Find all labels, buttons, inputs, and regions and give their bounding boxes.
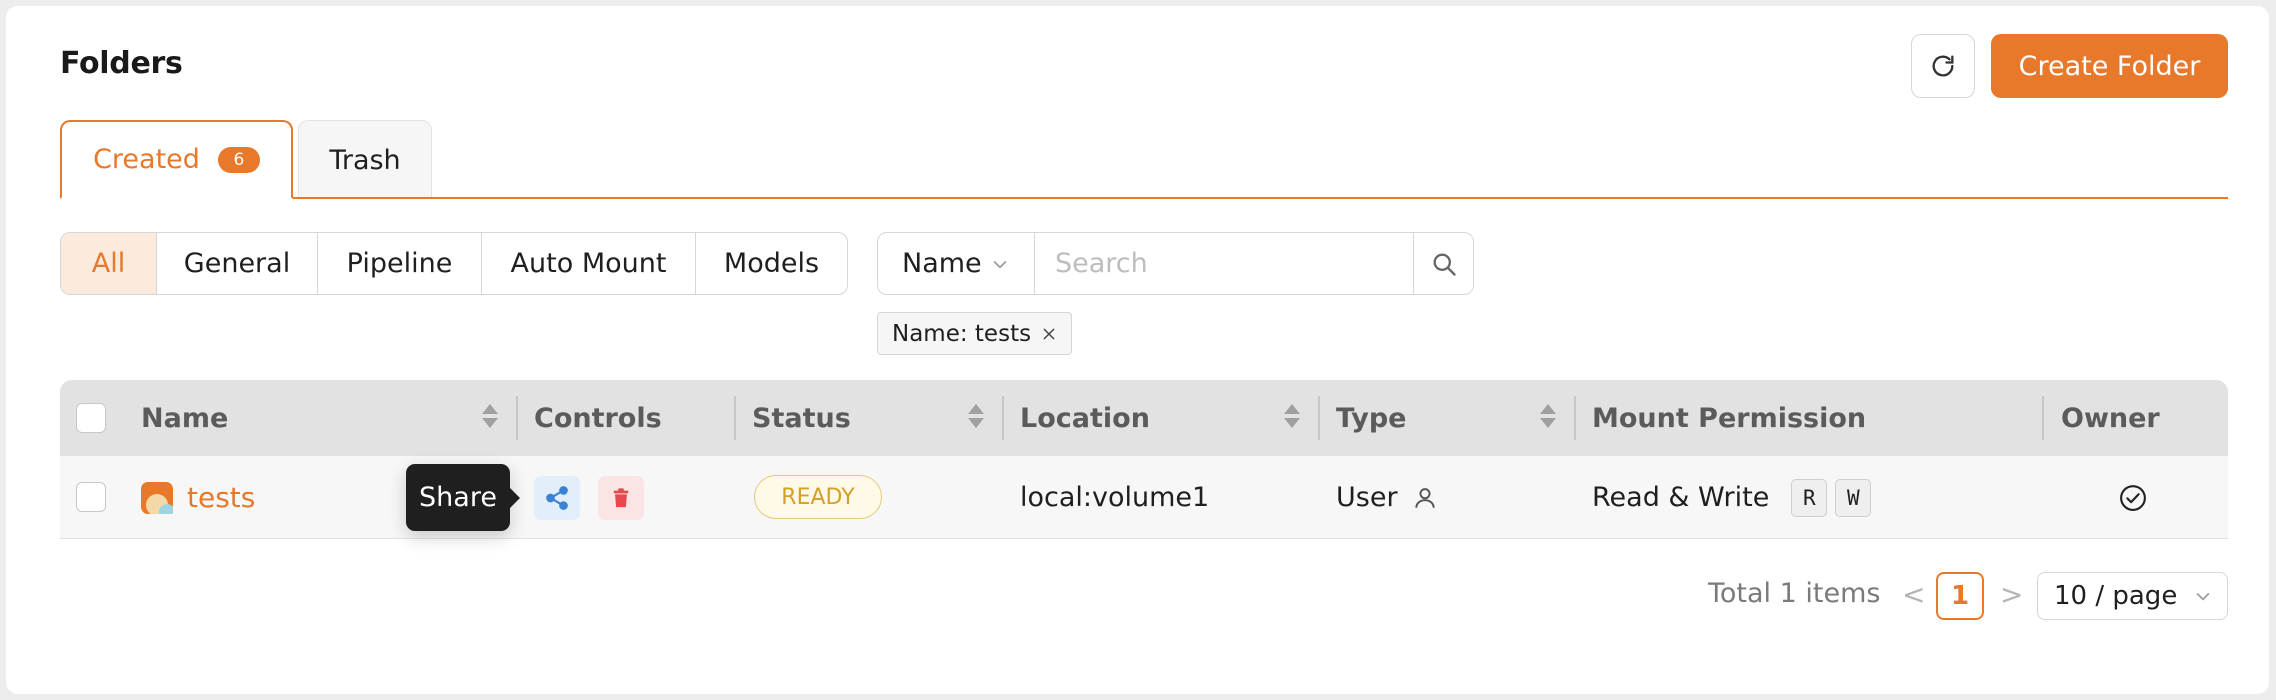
create-folder-button[interactable]: Create Folder [1991, 34, 2228, 98]
column-divider [2042, 396, 2044, 440]
column-header-owner: Owner [2061, 402, 2160, 434]
sort-name-icon[interactable] [482, 404, 498, 428]
tab-trash[interactable]: Trash [298, 120, 432, 199]
column-header-name[interactable]: Name [141, 380, 228, 456]
sort-location-icon[interactable] [1284, 404, 1300, 428]
column-header-type[interactable]: Type [1336, 380, 1406, 456]
filter-pipeline[interactable]: Pipeline [317, 233, 481, 294]
filter-models[interactable]: Models [695, 233, 847, 294]
permission-value: Read & Write [1592, 482, 1770, 513]
trash-icon [613, 488, 629, 508]
chevron-down-icon [2196, 592, 2210, 601]
location-cell: local:volume1 [1020, 482, 1210, 513]
table-header: Name Controls Status Location Type Mount… [60, 380, 2228, 456]
page-title: Folders [60, 46, 183, 81]
refresh-button[interactable] [1911, 34, 1975, 98]
tab-created[interactable]: Created 6 [60, 120, 293, 199]
column-header-location[interactable]: Location [1020, 380, 1150, 456]
mount-permission-cell: Read & Write R W [1592, 456, 1872, 539]
folders-table: Name Controls Status Location Type Mount… [60, 380, 2228, 540]
search-icon [1433, 253, 1456, 276]
tab-trash-label: Trash [329, 144, 401, 176]
column-divider [516, 396, 518, 440]
filter-all[interactable]: All [61, 233, 156, 294]
delete-button[interactable] [598, 476, 644, 520]
check-circle-icon [2120, 484, 2146, 511]
row-checkbox[interactable] [76, 482, 106, 512]
owner-cell [2118, 456, 2148, 539]
page-size-select[interactable]: 10 / page [2037, 572, 2228, 620]
folder-name-cell: tests [141, 456, 255, 539]
search-input[interactable] [1035, 233, 1413, 294]
folder-icon [141, 481, 173, 514]
column-divider [1002, 396, 1004, 440]
search-field-select[interactable]: Name [878, 233, 1035, 294]
folders-card: Folders Create Folder Created 6 Trash Al… [6, 6, 2269, 694]
tab-created-count-badge: 6 [217, 146, 260, 173]
pagination-prev-button[interactable]: < [1902, 578, 1925, 611]
filter-auto-mount[interactable]: Auto Mount [481, 233, 695, 294]
sort-status-icon[interactable] [968, 404, 984, 428]
active-filter-tag: Name: tests [877, 312, 1073, 355]
search-button[interactable] [1413, 233, 1473, 294]
pagination-total: Total 1 items [1708, 578, 1881, 609]
close-icon[interactable] [1041, 326, 1057, 342]
tab-underline [60, 197, 2228, 199]
perm-write-badge: W [1835, 478, 1872, 517]
type-cell: User [1336, 456, 1438, 539]
refresh-icon [1932, 55, 1954, 77]
share-tooltip: Share [406, 464, 510, 531]
tooltip-arrow [510, 488, 520, 508]
column-divider [1318, 396, 1320, 440]
type-value: User [1336, 482, 1398, 513]
active-filter-text: Name: tests [892, 320, 1032, 347]
page-size-value: 10 / page [2054, 581, 2178, 611]
folder-type-filter: All General Pipeline Auto Mount Models [60, 232, 848, 295]
select-all-checkbox[interactable] [76, 403, 106, 433]
tab-created-label: Created [93, 144, 200, 175]
column-divider [1574, 396, 1576, 440]
share-button[interactable] [534, 476, 580, 520]
share-icon [546, 486, 568, 510]
search-group: Name [877, 232, 1474, 295]
pagination-next-button[interactable]: > [2000, 578, 2023, 611]
column-divider [734, 396, 736, 440]
pagination-page-1[interactable]: 1 [1936, 572, 1984, 620]
column-header-controls: Controls [534, 402, 662, 434]
chevron-down-icon [993, 260, 1007, 269]
filter-general[interactable]: General [156, 233, 317, 294]
search-field-value: Name [902, 248, 982, 279]
user-icon [1414, 487, 1435, 508]
perm-read-badge: R [1791, 478, 1828, 517]
sort-type-icon[interactable] [1540, 404, 1556, 428]
column-header-mount-permission: Mount Permission [1592, 402, 1867, 434]
table-row: tests READY local:volume1 User Read & Wr… [60, 456, 2228, 539]
folder-name-link[interactable]: tests [187, 481, 255, 514]
column-header-status[interactable]: Status [752, 380, 851, 456]
status-badge: READY [754, 475, 882, 519]
